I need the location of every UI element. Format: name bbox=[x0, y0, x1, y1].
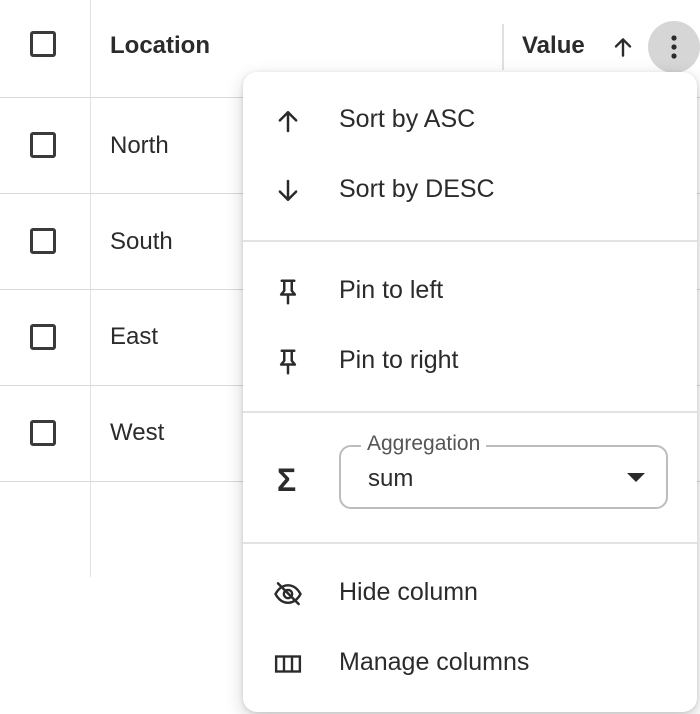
cell-location[interactable]: North bbox=[110, 132, 169, 160]
menu-item-pin-left[interactable]: Pin to left bbox=[243, 256, 697, 326]
cell-location[interactable]: South bbox=[110, 228, 173, 256]
menu-item-label: Hide column bbox=[339, 578, 478, 606]
menu-item-label: Manage columns bbox=[339, 648, 530, 676]
menu-item-label: Sort by DESC bbox=[339, 175, 495, 203]
menu-item-pin-right[interactable]: Pin to right bbox=[243, 326, 697, 396]
row-checkbox[interactable] bbox=[30, 228, 56, 254]
arrow-down-icon bbox=[278, 179, 298, 201]
row-checkbox[interactable] bbox=[30, 420, 56, 446]
menu-item-label: Pin to left bbox=[339, 276, 444, 304]
menu-item-sort-asc[interactable]: Sort by ASC bbox=[243, 85, 697, 155]
cell-location[interactable]: West bbox=[110, 419, 164, 447]
sigma-icon: Σ bbox=[277, 462, 297, 498]
menu-divider bbox=[243, 542, 697, 544]
pin-icon bbox=[279, 279, 297, 305]
more-vert-icon bbox=[671, 35, 677, 59]
menu-divider bbox=[243, 411, 697, 413]
menu-item-label: Sort by ASC bbox=[339, 105, 476, 133]
arrow-up-icon bbox=[278, 111, 298, 133]
column-separator[interactable] bbox=[502, 24, 504, 70]
aggregation-value: sum bbox=[368, 465, 414, 492]
pin-icon bbox=[279, 349, 297, 375]
menu-divider bbox=[243, 240, 697, 242]
column-menu-button[interactable] bbox=[648, 21, 700, 73]
column-header-value[interactable]: Value bbox=[522, 32, 585, 60]
menu-item-sort-desc[interactable]: Sort by DESC bbox=[243, 155, 697, 225]
aggregation-select[interactable]: Aggregation sum bbox=[339, 432, 668, 509]
row-checkbox[interactable] bbox=[30, 132, 56, 158]
dropdown-caret-icon bbox=[627, 473, 645, 482]
select-all-checkbox[interactable] bbox=[30, 31, 56, 57]
visibility-off-icon bbox=[274, 582, 302, 606]
aggregation-label: Aggregation bbox=[361, 432, 487, 456]
menu-item-label: Pin to right bbox=[339, 346, 459, 374]
row-checkbox[interactable] bbox=[30, 324, 56, 350]
column-menu: Sort by ASC Sort by DESC Pin to left Pin… bbox=[243, 72, 697, 712]
data-grid-screen: Location Value North South East West Sor… bbox=[0, 0, 700, 714]
cell-location[interactable]: East bbox=[110, 323, 158, 351]
column-header-location[interactable]: Location bbox=[110, 32, 210, 60]
sort-ascending-icon[interactable] bbox=[610, 34, 636, 60]
menu-item-hide-column[interactable]: Hide column bbox=[243, 558, 697, 628]
menu-item-manage-columns[interactable]: Manage columns bbox=[243, 628, 697, 698]
view-column-icon bbox=[274, 655, 302, 673]
